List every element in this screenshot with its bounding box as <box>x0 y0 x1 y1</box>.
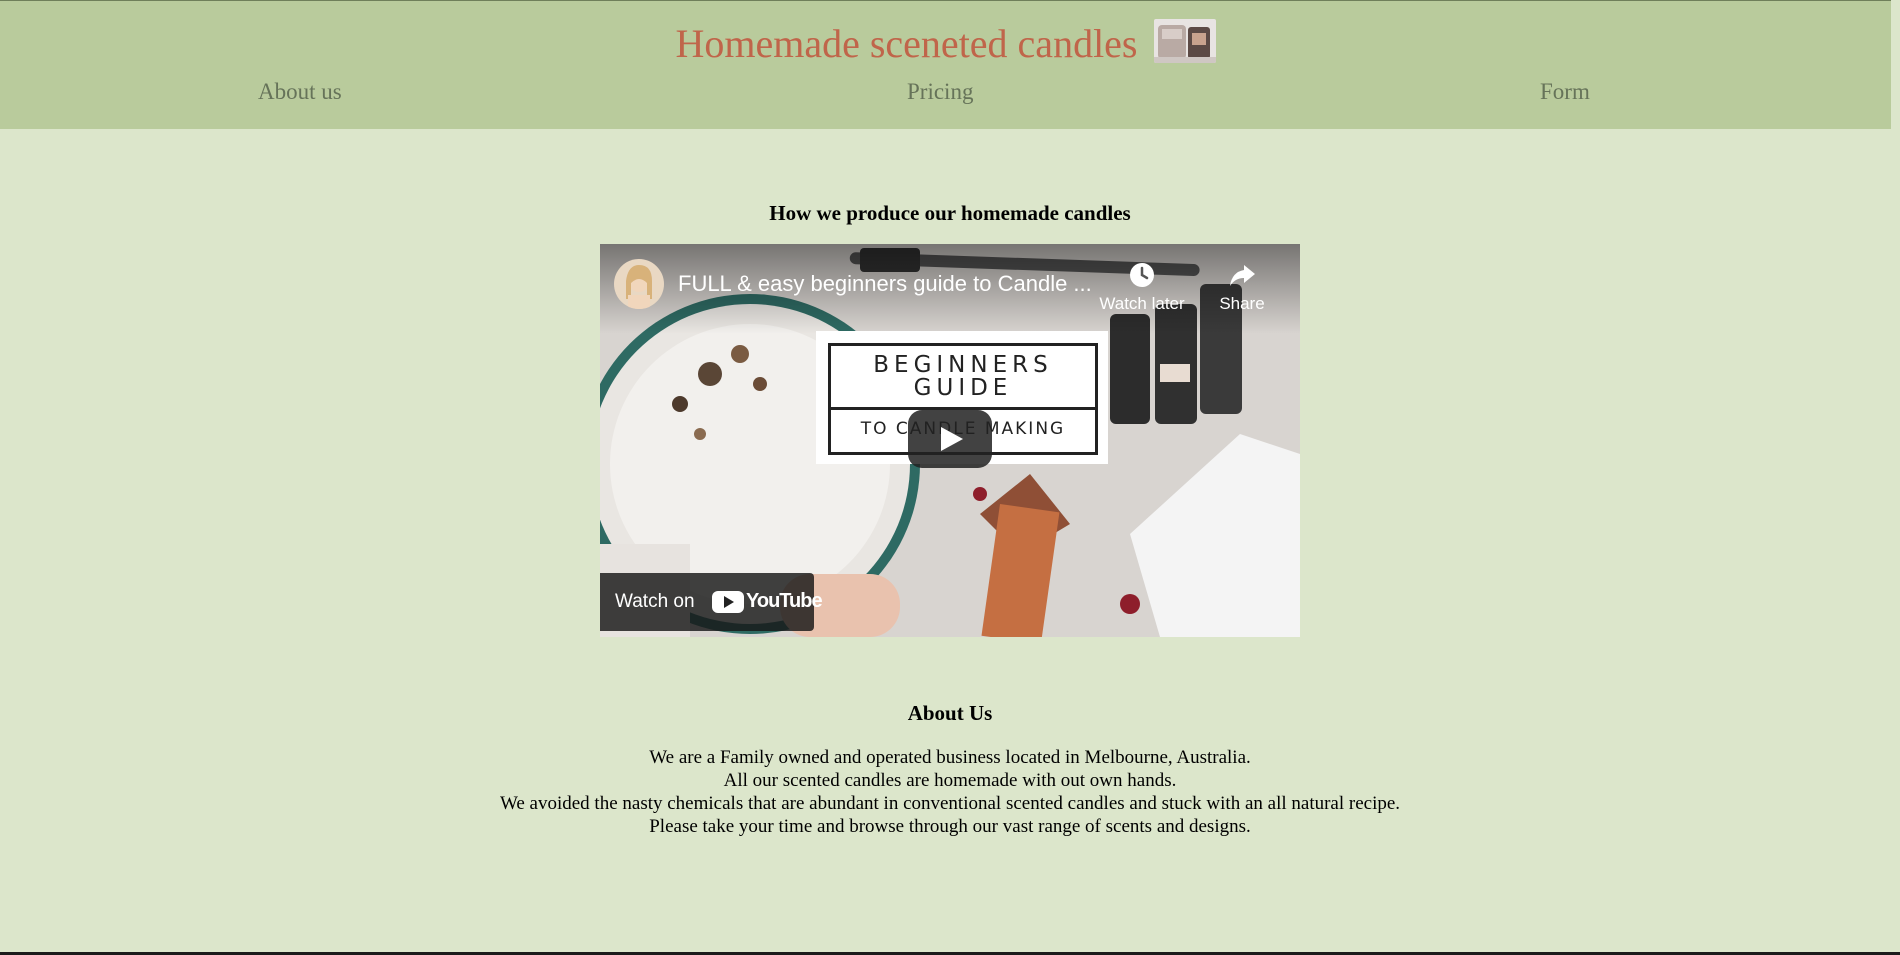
youtube-wordmark: YouTube <box>746 590 823 612</box>
clock-icon <box>1127 260 1157 290</box>
main-nav: About us Pricing Form <box>0 79 1891 109</box>
youtube-video-embed[interactable]: FULL & easy beginners guide to Candle ..… <box>600 244 1300 637</box>
site-header: Homemade sceneted candles About us Prici… <box>0 0 1891 129</box>
about-text: We are a Family owned and operated busin… <box>0 746 1900 838</box>
site-title-text: Homemade sceneted candles <box>675 21 1138 66</box>
about-line: All our scented candles are homemade wit… <box>723 770 1177 791</box>
about-line: We avoided the nasty chemicals that are … <box>499 793 1401 814</box>
share-button[interactable]: Share <box>1192 260 1292 314</box>
thumbnail-line-2: GUIDE <box>913 375 1013 401</box>
about-heading: About Us <box>907 701 993 725</box>
nav-pricing[interactable]: Pricing <box>907 79 973 105</box>
site-title: Homemade sceneted candles <box>0 19 1891 68</box>
video-heading: How we produce our homemade candles <box>769 201 1131 225</box>
watch-later-label: Watch later <box>1099 294 1185 313</box>
candle-logo-icon <box>1153 19 1216 63</box>
watch-on-youtube-button[interactable]: Watch on YouTube <box>600 573 823 631</box>
thumbnail-line-1: BEGINNERS <box>873 352 1053 378</box>
channel-avatar[interactable] <box>614 259 664 309</box>
about-line: Please take your time and browse through… <box>649 816 1251 837</box>
about-line: We are a Family owned and operated busin… <box>649 747 1251 768</box>
nav-about-us[interactable]: About us <box>258 79 342 105</box>
watch-on-label: Watch on <box>615 591 695 612</box>
video-title[interactable]: FULL & easy beginners guide to Candle ..… <box>678 271 1108 297</box>
nav-form[interactable]: Form <box>1540 79 1590 105</box>
youtube-logo-icon <box>712 590 744 619</box>
share-label: Share <box>1219 294 1265 313</box>
share-arrow-icon <box>1227 260 1257 290</box>
play-button-icon[interactable] <box>908 410 992 468</box>
watch-later-button[interactable]: Watch later <box>1092 260 1192 314</box>
